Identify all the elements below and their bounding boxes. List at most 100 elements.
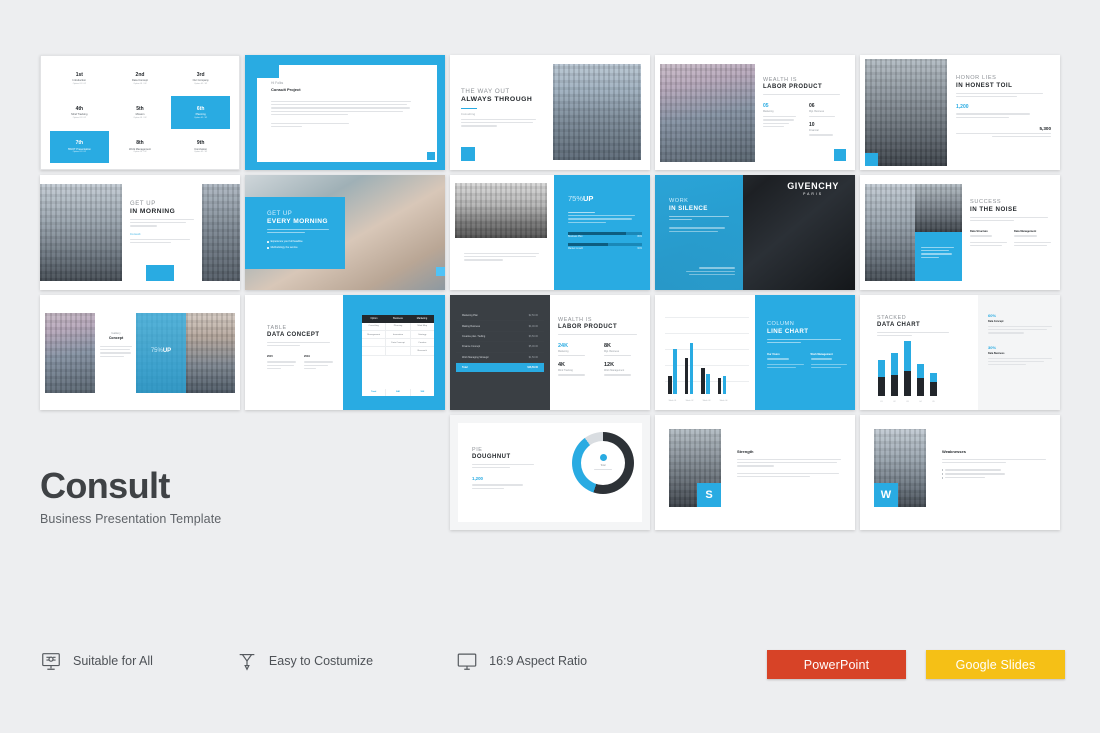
dark-panel: Marketing Plan $2,50.00 Making Business … bbox=[450, 295, 550, 410]
row-value: $5,00.00 bbox=[529, 345, 538, 348]
gallery-photo-1 bbox=[45, 313, 95, 393]
blue-accent-square bbox=[436, 267, 445, 276]
metric-value: 1,200 bbox=[472, 476, 538, 481]
toc-number: 3rd bbox=[197, 72, 205, 78]
blue-photo-overlay: 75%UP bbox=[136, 313, 186, 393]
slide-slot: COLUMN LINE CHART Our Vision bbox=[655, 295, 855, 410]
overlay-word: UP bbox=[163, 348, 171, 354]
toc-number: 9th bbox=[197, 140, 205, 146]
swot-badge-s: S bbox=[697, 483, 721, 507]
toc-item[interactable]: 1st Introduction Option 01 / 02 bbox=[50, 62, 109, 94]
table-row: Consulting Planning Mind Map bbox=[362, 323, 434, 331]
stat-block: 05 Marketing bbox=[763, 103, 800, 137]
toc-item[interactable]: 5th Mission Option 01 / 02 bbox=[111, 96, 170, 128]
slide-pie-doughnut[interactable]: PIE DOUGHNUT 1,200 Total bbox=[450, 415, 650, 530]
stat-label: Marketing bbox=[763, 110, 800, 113]
sub-label: 2015 bbox=[267, 355, 296, 358]
row-label: Finance Concept bbox=[462, 345, 480, 348]
toc-item-highlighted[interactable]: 7th SWOT Presentation Option 01 / 02 bbox=[50, 131, 109, 163]
table-footer-cell: Total bbox=[362, 389, 386, 396]
toc-title: Mind Tracking bbox=[71, 113, 87, 116]
toc-item[interactable]: 4th Mind Tracking Option 01 / 02 bbox=[50, 96, 109, 128]
chart-center-icon bbox=[600, 454, 607, 461]
toc-sub: Option 01 / 02 bbox=[73, 117, 86, 119]
table-header-cell: Marketing bbox=[410, 315, 434, 323]
toc-sub: Option 01 / 02 bbox=[73, 83, 86, 85]
slide-way-out[interactable]: THE WAY OUT ALWAYS THROUGH Consulting bbox=[450, 55, 650, 170]
slide-title-light: STACKED bbox=[877, 315, 957, 321]
letter-heading: Consult Project bbox=[271, 87, 411, 92]
blue-accent-block bbox=[146, 265, 174, 281]
progress-row: Business Plan 80% bbox=[568, 232, 642, 239]
slide-intro-letter[interactable]: Hi Folks Consult Project bbox=[245, 55, 445, 170]
coast-city-photo bbox=[660, 64, 755, 162]
slide-title-light: COLUMN bbox=[767, 321, 847, 327]
brand-name: GIVENCHY bbox=[787, 181, 839, 191]
toc-title: Planning bbox=[196, 113, 206, 116]
letter-paragraph bbox=[271, 101, 411, 115]
bar-group bbox=[668, 349, 677, 394]
toc-number: 4th bbox=[76, 106, 84, 112]
toc-title: Our Company bbox=[193, 79, 209, 82]
toc-item[interactable]: 2nd Data Concept Option 01 / 02 bbox=[111, 62, 170, 94]
table-cell: Data Concept bbox=[386, 339, 410, 346]
toc-title: Mission bbox=[136, 113, 145, 116]
toc-number: 1st bbox=[76, 72, 83, 78]
bullet-label: Experience your full headline bbox=[271, 240, 303, 243]
dark-list-row: Marketing Plan $2,50.00 bbox=[456, 311, 544, 321]
slide-title-light: GET UP bbox=[267, 211, 337, 217]
slide-table-data-concept[interactable]: TABLE DATA CONCEPT 2015 bbox=[245, 295, 445, 410]
bullet-dot-icon bbox=[942, 477, 943, 478]
stat-label: Mgt. Business bbox=[604, 350, 642, 353]
slide-gallery-concept[interactable]: 75%UP Gallery Concept bbox=[40, 295, 240, 410]
slide-get-up-in-morning[interactable]: GET UP IN MORNING Consult bbox=[40, 175, 240, 290]
stacked-bar bbox=[878, 360, 885, 396]
side-stat-label: Data Business bbox=[988, 352, 1052, 355]
stacked-bar bbox=[917, 364, 924, 396]
column-block: Work Management bbox=[811, 353, 848, 370]
slide-success-in-the-noise[interactable]: SUCCESS IN THE NOISE Data Structure bbox=[860, 175, 1060, 290]
slide-dark-wealth-labor[interactable]: Marketing Plan $2,50.00 Making Business … bbox=[450, 295, 650, 410]
stat-label: Mind Tracking bbox=[558, 369, 596, 372]
chart-x-axis-labels: Week 01 Week 02 Week 03 Week 04 bbox=[668, 400, 728, 402]
toc-sub: Option 01 / 02 bbox=[133, 151, 146, 153]
dark-list-row: Creative plan / Selling $3,50.00 bbox=[456, 332, 544, 342]
toc-number: 6th bbox=[197, 106, 205, 112]
slide-swot-strength[interactable]: S Strength bbox=[655, 415, 855, 530]
toc-sub: Option 01 / 02 bbox=[194, 151, 207, 153]
slide-column-line-chart[interactable]: COLUMN LINE CHART Our Vision bbox=[655, 295, 855, 410]
grayscale-city-photo bbox=[455, 183, 547, 238]
swot-heading: Weaknesses bbox=[942, 449, 1046, 454]
feature-item-suitable-for-all: Suitable for All bbox=[40, 650, 153, 672]
stacked-chart-bars bbox=[878, 350, 937, 396]
toc-item-highlighted[interactable]: 6th Planning Option 01 / 02 bbox=[171, 96, 230, 128]
slide-title-light: WEALTH IS bbox=[763, 77, 846, 83]
slide-wealth-labor-product[interactable]: WEALTH IS LABOR PRODUCT 05 Marketing bbox=[655, 55, 855, 170]
powerpoint-button[interactable]: PowerPoint bbox=[767, 650, 906, 679]
bullet-dot-icon bbox=[267, 241, 269, 243]
slide-get-up-every-morning[interactable]: GET UP EVERY MORNING Experience your ful… bbox=[245, 175, 445, 290]
google-slides-button[interactable]: Google Slides bbox=[926, 650, 1065, 679]
table-row: Management Innovation Strategy bbox=[362, 331, 434, 339]
slide-slot: 75%UP Business Plan 80% bbox=[450, 175, 650, 290]
table-cell: Consulting bbox=[362, 323, 386, 330]
progress-label: Market Growth bbox=[568, 248, 583, 250]
row-label: Work Managing Strategic bbox=[462, 356, 489, 359]
slide-table-of-contents[interactable]: 1st Introduction Option 01 / 02 2nd Data… bbox=[40, 55, 240, 170]
data-table[interactable]: Option Business Marketing Consulting Pla… bbox=[362, 315, 434, 396]
toc-item[interactable]: 8th Work Management Option 01 / 02 bbox=[111, 131, 170, 163]
bar-group bbox=[685, 343, 694, 394]
table-row: Research bbox=[362, 347, 434, 355]
slide-75-up[interactable]: 75%UP Business Plan 80% bbox=[450, 175, 650, 290]
toc-item[interactable]: 9th Conclusion Option 01 / 02 bbox=[171, 131, 230, 163]
slide-stacked-data-chart[interactable]: 60% Data Concept 30% Data Business bbox=[860, 295, 1060, 410]
title-rule bbox=[461, 108, 477, 109]
feature-label: 16:9 Aspect Ratio bbox=[489, 654, 587, 668]
table-cell: Planning bbox=[386, 323, 410, 330]
slide-work-in-silence[interactable]: WORK IN SILENCE bbox=[655, 175, 855, 290]
aerial-city-photo bbox=[865, 59, 947, 166]
slide-swot-weaknesses[interactable]: W Weaknesses bbox=[860, 415, 1060, 530]
slide-honor-lies[interactable]: HONOR LIES IN HONEST TOIL 1,200 5,300 bbox=[860, 55, 1060, 170]
toc-item[interactable]: 3rd Our Company Option 01 / 02 bbox=[171, 62, 230, 94]
presentation-screen-icon bbox=[40, 650, 62, 672]
